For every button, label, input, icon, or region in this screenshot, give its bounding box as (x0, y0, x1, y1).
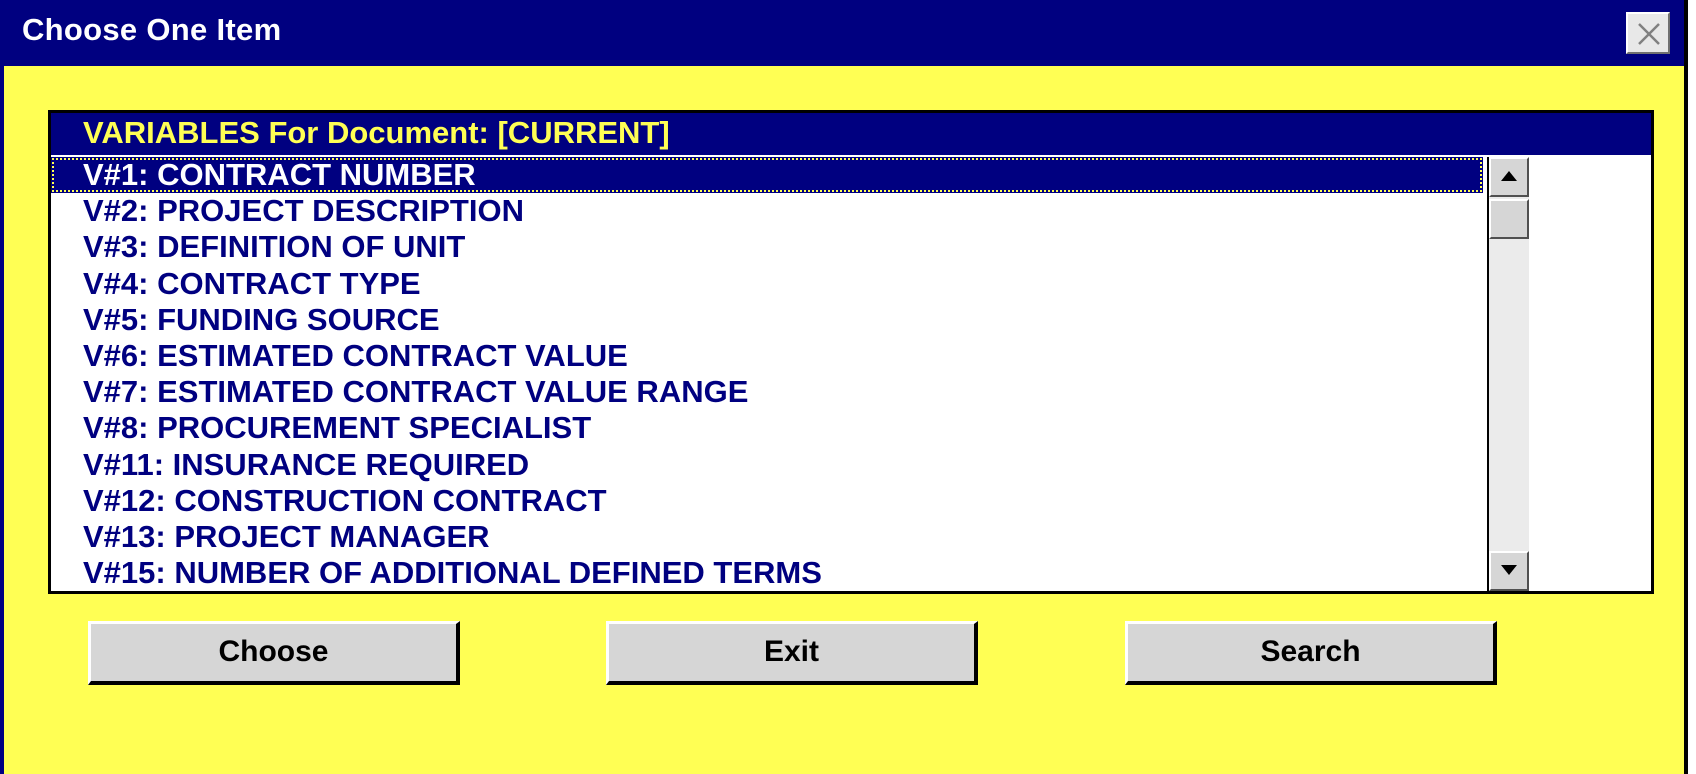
list-item[interactable]: V#13: PROJECT MANAGER (51, 519, 1483, 555)
exit-button[interactable]: Exit (606, 621, 978, 685)
list-header: VARIABLES For Document: [CURRENT] (51, 113, 1651, 155)
list-header-label: VARIABLES For Document: [CURRENT] (83, 115, 670, 150)
list-scrollbar[interactable] (1487, 157, 1529, 591)
arrow-up-icon (1501, 171, 1517, 181)
scroll-down-button[interactable] (1489, 551, 1529, 591)
window-title: Choose One Item (22, 12, 282, 47)
choose-button[interactable]: Choose (88, 621, 460, 685)
list-item[interactable]: V#11: INSURANCE REQUIRED (51, 447, 1483, 483)
list-item[interactable]: V#4: CONTRACT TYPE (51, 266, 1483, 302)
variables-list[interactable]: V#1: CONTRACT NUMBER V#2: PROJECT DESCRIP… (51, 157, 1483, 591)
close-button[interactable] (1626, 12, 1670, 54)
list-item[interactable]: V#1: CONTRACT NUMBER (51, 157, 1483, 194)
list-item[interactable]: V#5: FUNDING SOURCE (51, 302, 1483, 338)
title-bar: Choose One Item (4, 0, 1684, 66)
list-item[interactable]: V#6: ESTIMATED CONTRACT VALUE (51, 338, 1483, 374)
dialog-window: Choose One Item VARIABLES For Document: … (0, 0, 1688, 774)
list-item[interactable]: V#3: DEFINITION OF UNIT (51, 229, 1483, 265)
variables-list-panel: VARIABLES For Document: [CURRENT] V#1: C… (48, 110, 1654, 594)
list-item[interactable]: V#7: ESTIMATED CONTRACT VALUE RANGE (51, 374, 1483, 410)
list-item[interactable]: V#15: NUMBER OF ADDITIONAL DEFINED TERMS (51, 555, 1483, 591)
arrow-down-icon (1501, 565, 1517, 575)
dialog-body: VARIABLES For Document: [CURRENT] V#1: C… (4, 66, 1684, 774)
list-item[interactable]: V#8: PROCUREMENT SPECIALIST (51, 410, 1483, 446)
list-item[interactable]: V#2: PROJECT DESCRIPTION (51, 193, 1483, 229)
scroll-up-button[interactable] (1489, 157, 1529, 197)
scroll-thumb[interactable] (1489, 199, 1529, 239)
list-item[interactable]: V#12: CONSTRUCTION CONTRACT (51, 483, 1483, 519)
close-icon (1638, 23, 1660, 45)
search-button[interactable]: Search (1125, 621, 1497, 685)
